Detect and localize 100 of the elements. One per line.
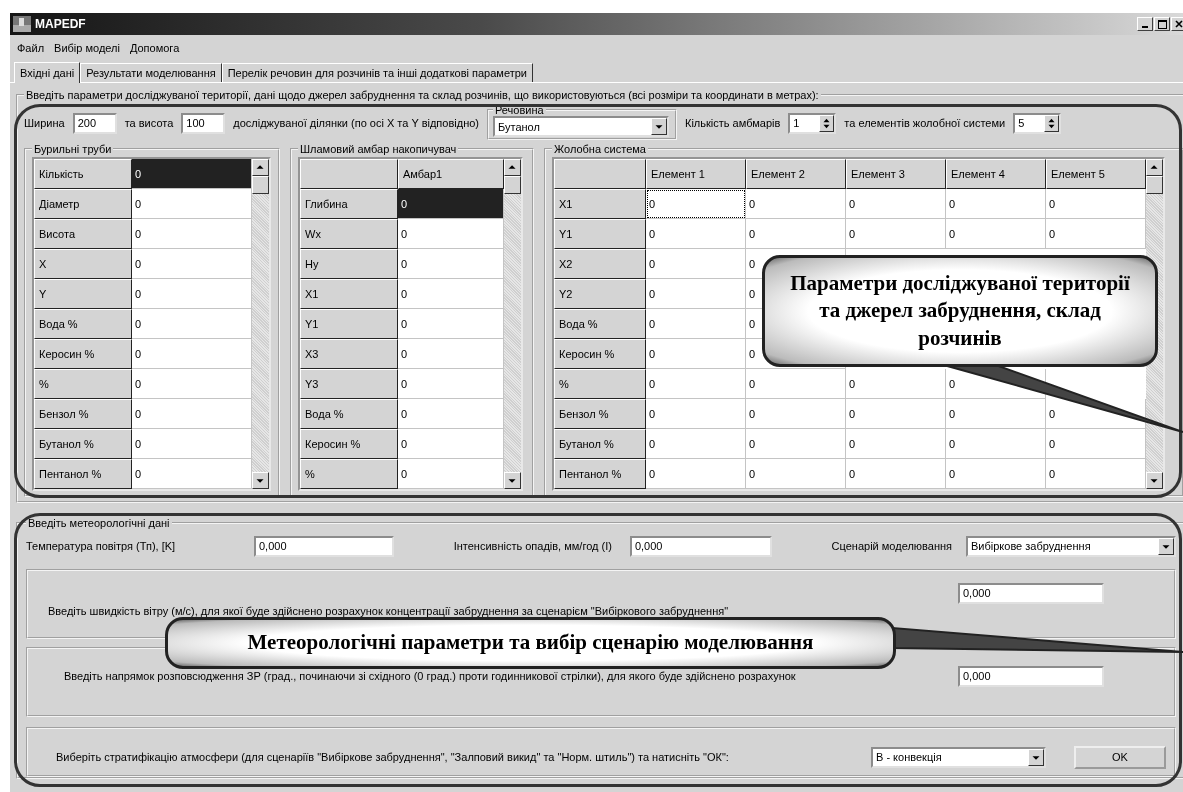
number-spinner[interactable]: 1 — [788, 112, 837, 134]
table-cell[interactable]: 0 — [846, 429, 946, 459]
table-cell[interactable]: 0 — [398, 429, 504, 459]
table-cell[interactable]: 0 — [132, 189, 252, 219]
dropdown[interactable]: Бутанол — [493, 116, 669, 137]
row-header: Керосин % — [554, 339, 646, 369]
table-cell[interactable]: 0 — [132, 309, 252, 339]
table-cell[interactable]: 0 — [398, 249, 504, 279]
table-cell[interactable]: 0 — [398, 369, 504, 399]
menu-item[interactable]: Вибір моделі — [49, 41, 125, 54]
table-cell[interactable]: 0 — [1046, 459, 1146, 489]
row-header: Y — [34, 279, 132, 309]
table-cell[interactable]: 0 — [846, 399, 946, 429]
column-header: Елемент 5 — [1046, 159, 1146, 189]
table-cell[interactable]: 0 — [946, 459, 1046, 489]
table-cell[interactable]: 0 — [132, 279, 252, 309]
table-cell[interactable]: 0 — [646, 309, 746, 339]
table-cell[interactable]: 0 — [132, 339, 252, 369]
column-header: Елемент 2 — [746, 159, 846, 189]
table-cell[interactable]: 0 — [746, 189, 846, 219]
table-cell[interactable]: 0 — [946, 429, 1046, 459]
table-cell[interactable]: 0 — [132, 159, 252, 189]
row-header: Діаметр — [34, 189, 132, 219]
group-title: Введіть параметри досліджуваної території, дані щодо джерел забруднення та склад розчинів, що використовуються (всі розміри та координати в метрах): — [25, 89, 820, 101]
table-cell[interactable]: 0 — [1046, 189, 1146, 219]
menu-item[interactable]: Файл — [12, 41, 50, 54]
table-cell[interactable]: 0 — [132, 399, 252, 429]
dropdown[interactable]: Вибіркове забруднення — [966, 535, 1176, 557]
table-cell[interactable]: 0 — [946, 399, 1046, 429]
group-title: Шламовий амбар накопичувач — [299, 143, 458, 155]
field-label: та елементів жолобної системи — [844, 117, 1006, 129]
table-cell[interactable]: 0 — [398, 189, 504, 219]
row-header: Вода % — [554, 309, 646, 339]
row-header: X — [34, 249, 132, 279]
table-cell[interactable]: 0 — [846, 219, 946, 249]
table-cell[interactable]: 0 — [132, 219, 252, 249]
column-header: Елемент 4 — [946, 159, 1046, 189]
table-cell[interactable]: 0 — [746, 219, 846, 249]
table-cell[interactable]: 0 — [946, 189, 1046, 219]
table-cell[interactable]: 0 — [646, 399, 746, 429]
field-label: Кількість амбмарів — [685, 117, 781, 129]
row-header: Y1 — [300, 309, 398, 339]
table-cell[interactable]: 0 — [946, 219, 1046, 249]
input-field[interactable]: 0,000 — [958, 583, 1104, 604]
table-cell[interactable]: 0 — [846, 369, 946, 399]
table-cell[interactable]: 0 — [1046, 219, 1146, 249]
row-header: Пентанол % — [554, 459, 646, 489]
input-field[interactable]: 0,000 — [629, 535, 772, 557]
table-cell[interactable]: 0 — [746, 399, 846, 429]
row-header: Кількість — [34, 159, 132, 189]
table-cell[interactable]: 0 — [1046, 429, 1146, 459]
table-cell[interactable]: 0 — [746, 429, 846, 459]
row-header: % — [554, 369, 646, 399]
input-field[interactable]: 200 — [72, 112, 117, 134]
input-field[interactable]: 0,000 — [958, 665, 1104, 687]
table-cell[interactable]: 0 — [746, 459, 846, 489]
callout-tooltip: Метеорологічні параметри та вибір сценарію моделювання — [165, 617, 896, 669]
number-spinner[interactable]: 5 — [1013, 112, 1062, 134]
table-cell[interactable]: 0 — [132, 369, 252, 399]
table-cell[interactable]: 0 — [398, 399, 504, 429]
input-field[interactable]: 0,000 — [254, 535, 394, 557]
row-header: X2 — [554, 249, 646, 279]
tab[interactable]: Вхідні дані — [14, 62, 81, 83]
table-cell[interactable]: 0 — [132, 459, 252, 489]
table-cell[interactable]: 0 — [646, 249, 746, 279]
table-cell[interactable]: 0 — [846, 189, 946, 219]
table-cell[interactable]: 0 — [398, 309, 504, 339]
menu-item[interactable]: Допомога — [124, 41, 185, 54]
row-header: Бензол % — [34, 399, 132, 429]
table-cell[interactable]: 0 — [846, 459, 946, 489]
table-cell[interactable]: 0 — [646, 369, 746, 399]
table-cell[interactable]: 0 — [646, 339, 746, 369]
tab[interactable]: Перелік речовин для розчинів та інші додаткові параметри — [221, 63, 533, 82]
row-header: Висота — [34, 219, 132, 249]
table-cell[interactable]: 0 — [646, 219, 746, 249]
table-cell[interactable]: 0 — [132, 429, 252, 459]
table-cell[interactable]: 0 — [646, 429, 746, 459]
table-cell[interactable]: 0 — [398, 459, 504, 489]
input-field[interactable]: 100 — [181, 112, 226, 134]
table-cell[interactable]: 0 — [132, 249, 252, 279]
row-header: Керосин % — [300, 429, 398, 459]
table-cell[interactable]: 0 — [398, 339, 504, 369]
table-cell[interactable]: 0 — [398, 219, 504, 249]
row-header: Hy — [300, 249, 398, 279]
row-header: Вода % — [34, 309, 132, 339]
table-cell[interactable]: 0 — [398, 279, 504, 309]
group-title: Бурильні труби — [33, 143, 113, 155]
column-header: Елемент 3 — [846, 159, 946, 189]
ok-button[interactable]: OK — [1074, 745, 1166, 769]
field-label: досліджуваної ділянки (по осі X та Y відповідно) — [233, 117, 479, 129]
dropdown[interactable]: В - конвекція — [871, 746, 1046, 768]
table-cell[interactable]: 0 — [746, 369, 846, 399]
row-header: Пентанол % — [34, 459, 132, 489]
table-cell[interactable]: 0 — [646, 459, 746, 489]
row-header: Y2 — [554, 279, 646, 309]
table-cell[interactable]: 0 — [646, 279, 746, 309]
table-cell[interactable]: 0 — [646, 189, 746, 219]
tab[interactable]: Результати моделювання — [80, 63, 222, 82]
row-header: Бензол % — [554, 399, 646, 429]
row-header: Глибина — [300, 189, 398, 219]
